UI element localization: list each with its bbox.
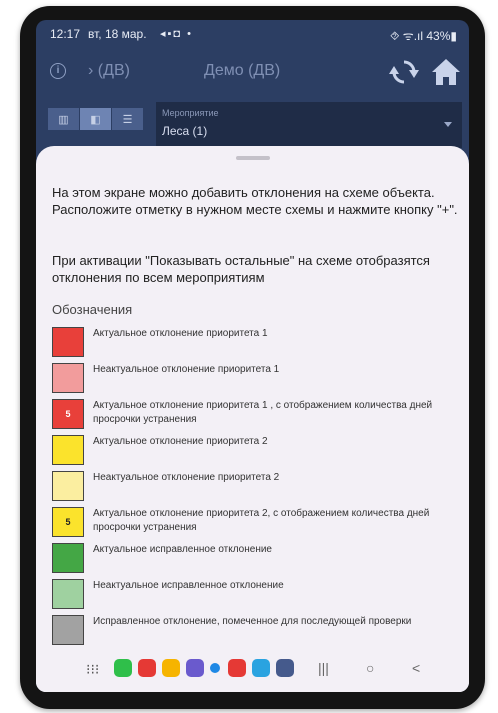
legend-item: 5 Актуальное отклонение приоритета 2, с … bbox=[52, 504, 452, 540]
app-drawer-icon[interactable]: ⁝⁝⁝ bbox=[86, 661, 99, 678]
table-view-icon[interactable]: ▥ bbox=[48, 108, 80, 130]
recents-button[interactable]: ||| bbox=[318, 660, 329, 676]
app-yellow-icon[interactable] bbox=[162, 659, 180, 677]
legend-text: Неактуальное отклонение приоритета 1 bbox=[93, 364, 280, 375]
youtube-icon[interactable] bbox=[228, 659, 246, 677]
tablet-frame: 12:17 вт, 18 мар. ◂▪◘ • ⯑ ᯤ.ıl 43%▮ i › … bbox=[20, 6, 485, 709]
app-red-icon[interactable] bbox=[138, 659, 156, 677]
list-view-icon[interactable]: ☰ bbox=[112, 108, 144, 130]
app-bar: i › (ДВ) Демо (ДВ) bbox=[36, 48, 469, 100]
back-button[interactable]: › (ДВ) bbox=[88, 62, 130, 80]
page-title: Демо (ДВ) bbox=[204, 62, 281, 79]
status-right: ⯑ ᯤ.ıl 43%▮ bbox=[389, 29, 457, 43]
help-paragraph-2: При активации "Показывать остальные" на … bbox=[52, 253, 430, 285]
legend-swatch: 5 bbox=[52, 399, 84, 429]
legend-item: 5 Актуальное отклонение приоритета 1 , с… bbox=[52, 396, 452, 432]
telegram-icon[interactable] bbox=[252, 659, 270, 677]
event-dropdown[interactable]: Мероприятие Леса (1) bbox=[156, 102, 462, 148]
legend-item: Актуальное отклонение приоритета 2 bbox=[52, 432, 452, 468]
legend-text: Неактуальное исправленное отклонение bbox=[93, 580, 284, 591]
help-paragraph-1: На этом экране можно добавить отклонения… bbox=[52, 185, 458, 217]
legend-list: Актуальное отклонение приоритета 1 Неакт… bbox=[52, 324, 452, 648]
back-nav-button[interactable]: < bbox=[412, 660, 420, 676]
event-label: Мероприятие bbox=[162, 108, 219, 118]
legend-title: Обозначения bbox=[52, 302, 133, 317]
legend-text: Актуальное отклонение приоритета 2 bbox=[93, 436, 268, 447]
legend-swatch bbox=[52, 471, 84, 501]
settings-icon[interactable] bbox=[276, 659, 294, 677]
event-value: Леса (1) bbox=[162, 124, 208, 138]
legend-text: Актуальное отклонение приоритета 1 , с о… bbox=[93, 400, 433, 425]
notification-icons: ◂▪◘ • bbox=[160, 28, 193, 40]
legend-swatch bbox=[52, 579, 84, 609]
status-bar: 12:17 вт, 18 мар. ◂▪◘ • ⯑ ᯤ.ıl 43%▮ bbox=[36, 20, 469, 48]
toolbar: ▥ ◧ ☰ Мероприятие Леса (1) bbox=[36, 100, 469, 148]
drag-handle[interactable] bbox=[236, 156, 270, 160]
legend-swatch bbox=[52, 435, 84, 465]
legend-text: Актуальное исправленное отклонение bbox=[93, 544, 272, 555]
info-icon[interactable]: i bbox=[50, 63, 66, 79]
legend-item: Неактуальное отклонение приоритета 1 bbox=[52, 360, 452, 396]
legend-swatch bbox=[52, 543, 84, 573]
legend-text: Неактуальное отклонение приоритета 2 bbox=[93, 472, 280, 483]
help-bottom-sheet: На этом экране можно добавить отклонения… bbox=[36, 146, 469, 692]
system-nav-bar: ⁝⁝⁝ ||| ○ < bbox=[36, 647, 469, 692]
legend-text: Исправленное отклонение, помеченное для … bbox=[93, 616, 412, 627]
legend-item: Неактуальное отклонение приоритета 2 bbox=[52, 468, 452, 504]
legend-item: Актуальное отклонение приоритета 1 bbox=[52, 324, 452, 360]
legend-text: Актуальное отклонение приоритета 2, с от… bbox=[93, 508, 430, 533]
screen: 12:17 вт, 18 мар. ◂▪◘ • ⯑ ᯤ.ıl 43%▮ i › … bbox=[36, 20, 469, 692]
app-blue-icon[interactable] bbox=[210, 663, 220, 673]
chevron-down-icon bbox=[444, 122, 452, 127]
legend-text: Актуальное отклонение приоритета 1 bbox=[93, 328, 268, 339]
legend-swatch bbox=[52, 363, 84, 393]
status-time: 12:17 bbox=[50, 27, 81, 41]
legend-item: Исправленное отклонение, помеченное для … bbox=[52, 612, 452, 648]
whatsapp-icon[interactable] bbox=[114, 659, 132, 677]
map-view-icon[interactable]: ◧ bbox=[80, 108, 112, 130]
view-switcher: ▥ ◧ ☰ bbox=[48, 108, 144, 130]
messages-icon[interactable] bbox=[186, 659, 204, 677]
home-icon[interactable] bbox=[430, 56, 462, 88]
home-button[interactable]: ○ bbox=[366, 660, 374, 676]
sync-icon[interactable] bbox=[388, 56, 420, 88]
legend-swatch bbox=[52, 615, 84, 645]
legend-item: Неактуальное исправленное отклонение bbox=[52, 576, 452, 612]
legend-swatch bbox=[52, 327, 84, 357]
status-date: вт, 18 мар. bbox=[88, 27, 147, 41]
legend-swatch: 5 bbox=[52, 507, 84, 537]
legend-item: Актуальное исправленное отклонение bbox=[52, 540, 452, 576]
